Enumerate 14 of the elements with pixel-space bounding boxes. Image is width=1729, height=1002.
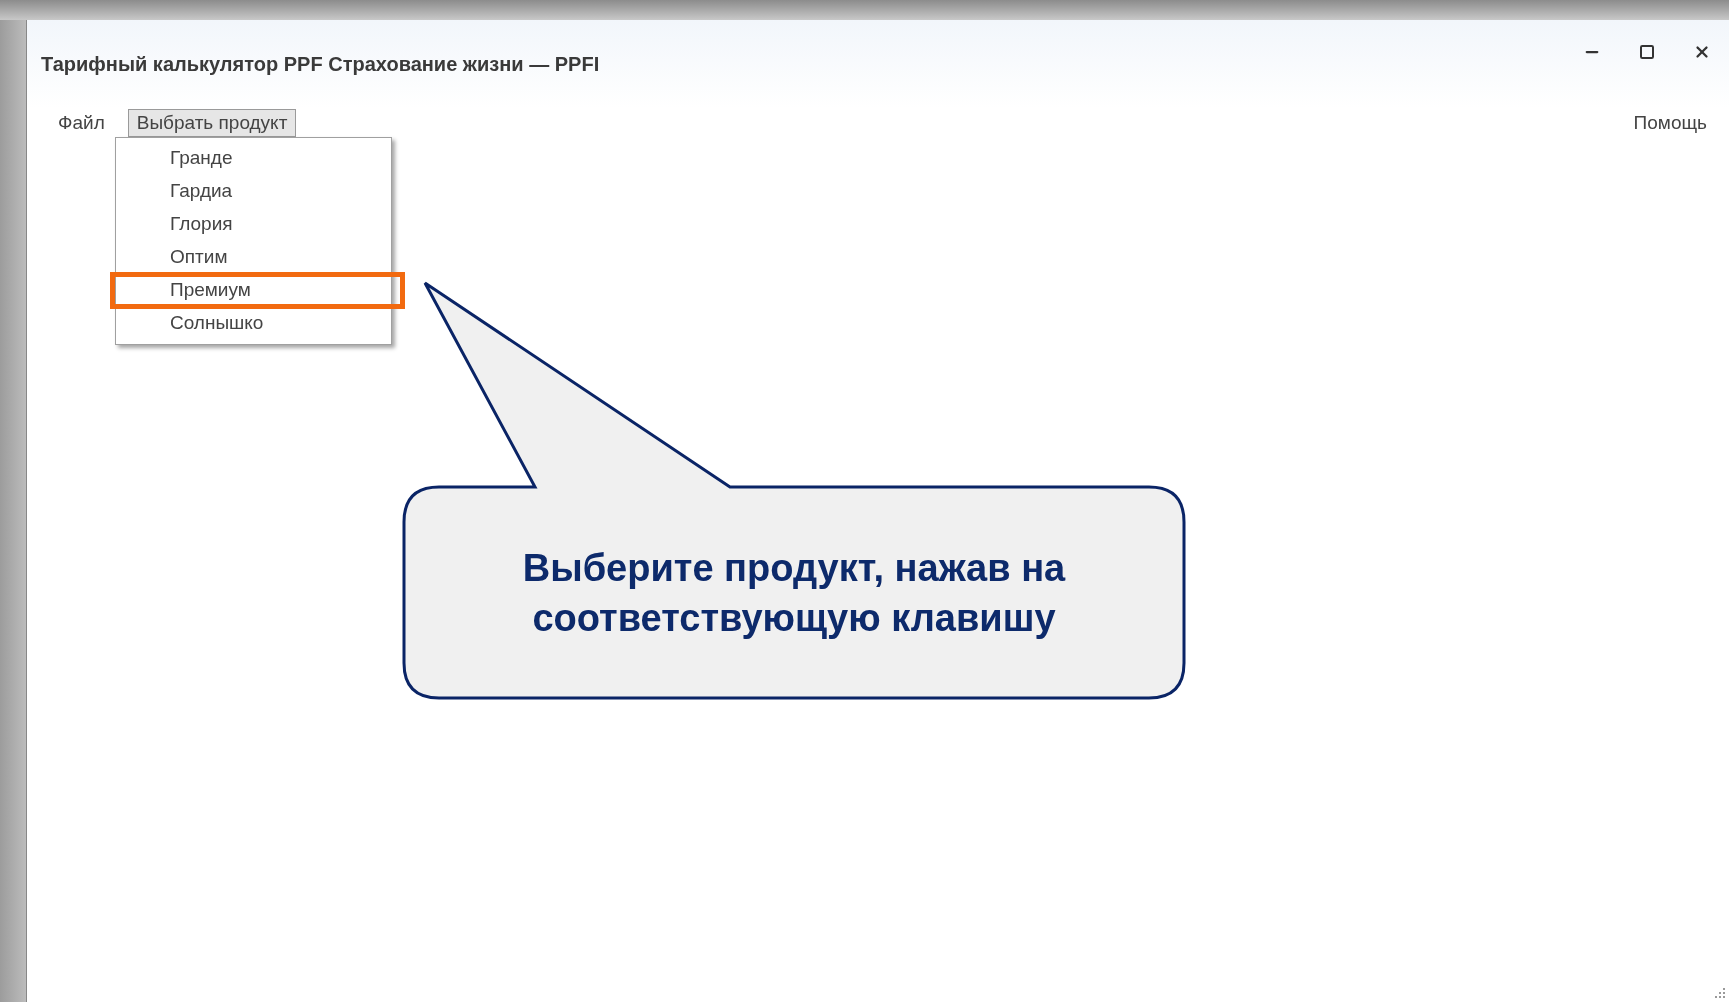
menu-item[interactable]: Файл: [49, 109, 114, 137]
close-icon[interactable]: [1693, 43, 1711, 61]
dropdown-item[interactable]: Гардиа: [170, 177, 233, 206]
dropdown-item[interactable]: Гранде: [170, 144, 233, 173]
dropdown-item[interactable]: Глория: [170, 210, 233, 239]
dropdown-item[interactable]: Солнышко: [170, 309, 264, 338]
callout-text: Выберите продукт, нажав на соответствующую клавишу: [521, 545, 1067, 641]
menu-item[interactable]: Выбрать продукт: [127, 109, 297, 137]
maximize-icon[interactable]: [1639, 44, 1655, 60]
dropdown-item[interactable]: Премиум: [170, 276, 251, 305]
resize-grip-icon[interactable]: [1713, 986, 1727, 1000]
window-title: Тарифный калькулятор PPF Страхование жизни — PPFI: [41, 52, 600, 77]
dropdown-item[interactable]: Оптим: [170, 243, 228, 272]
help-menu-item[interactable]: Помощь: [1633, 108, 1707, 138]
